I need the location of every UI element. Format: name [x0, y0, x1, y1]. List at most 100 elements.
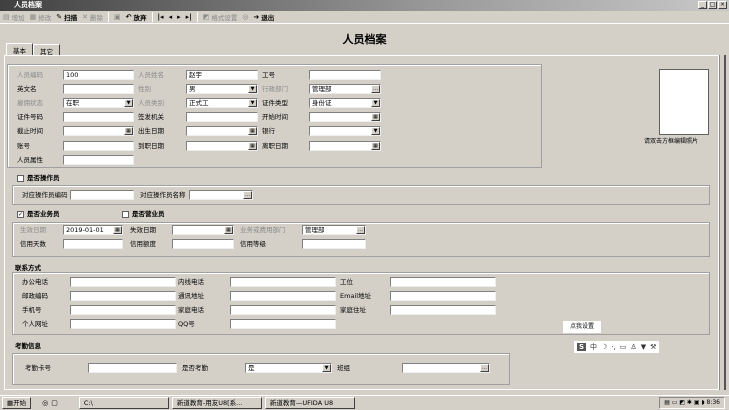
ime-mode-toggle[interactable]: 中 — [590, 342, 597, 352]
basic-field-8-input[interactable]: 身份证 ▼ — [309, 98, 381, 108]
dropdown-arrow-icon[interactable]: ▼ — [371, 99, 380, 107]
punctuation-icon[interactable]: ·, — [611, 343, 615, 351]
calendar-icon[interactable]: ▦ — [124, 127, 133, 135]
toolbar-button-9[interactable]: ▸| — [186, 13, 192, 21]
moon-icon[interactable]: ☽ — [601, 343, 607, 351]
wrench-icon[interactable]: ⚒ — [650, 343, 656, 351]
close-button[interactable]: × — [718, 1, 727, 9]
contact-field-7-input[interactable] — [230, 305, 336, 315]
quicklaunch-desktop-icon[interactable]: ▢ — [51, 399, 58, 407]
toolbar-button-11[interactable]: ◎ — [242, 13, 248, 21]
contact-field-8-input[interactable] — [390, 305, 496, 315]
ellipsis-icon[interactable]: … — [243, 191, 252, 199]
toolbar-button-3[interactable]: ✕ 删除 — [82, 12, 103, 22]
toolbar-button-10[interactable]: ◩ 格式设置 — [203, 12, 238, 22]
contact-field-10-input[interactable] — [230, 319, 336, 329]
basic-field-17-input[interactable]: ▦ — [309, 141, 381, 151]
dropdown-arrow-icon[interactable]: ▼ — [124, 99, 133, 107]
calendar-icon[interactable]: ▦ — [371, 113, 380, 121]
sogou-logo[interactable]: S — [577, 343, 587, 351]
calendar-icon[interactable]: ▦ — [113, 226, 122, 234]
basic-field-7-input[interactable]: 正式工 ▼ — [186, 98, 258, 108]
is-clerk-checkbox[interactable] — [122, 211, 129, 218]
basic-field-12-input[interactable]: ▦ — [63, 126, 134, 136]
dropdown-arrow-icon[interactable]: ▼ — [322, 364, 331, 372]
start-button[interactable]: ▦开始 — [2, 397, 32, 409]
toolbar-button-0[interactable]: ▤ 增加 — [3, 12, 25, 22]
calendar-icon[interactable]: ▦ — [371, 142, 380, 150]
basic-field-2-label: 工号 — [262, 71, 275, 79]
contact-field-3-input[interactable] — [70, 291, 176, 301]
basic-field-18-input[interactable] — [63, 155, 134, 165]
skin-icon[interactable]: ▼ — [641, 343, 646, 351]
is-operator-checkbox[interactable] — [17, 175, 24, 182]
basic-field-4-input[interactable]: 男 ▼ — [186, 84, 258, 94]
basic-field-11-label: 开始时间 — [262, 113, 288, 121]
maximize-button[interactable]: □ — [708, 1, 717, 9]
basic-field-3-input[interactable] — [63, 84, 134, 94]
dropdown-arrow-icon[interactable]: ▼ — [248, 99, 257, 107]
business-field-2-input[interactable]: 管理部… — [302, 225, 366, 235]
operator-code-input[interactable] — [70, 190, 134, 200]
basic-field-2-input[interactable] — [309, 70, 381, 80]
taskbar-item-u8-system[interactable]: 新道教育-用友U8[系... — [171, 397, 262, 409]
toolbar-button-6[interactable]: |◂ — [158, 13, 164, 21]
basic-field-10-input[interactable] — [186, 112, 258, 122]
operator-name-input[interactable]: … — [189, 190, 253, 200]
business-field-5-input[interactable] — [302, 239, 366, 249]
toolbar-button-8[interactable]: ▸ — [177, 13, 181, 21]
keyboard-icon[interactable]: ▭ — [620, 343, 627, 351]
tab-basic[interactable]: 基本 — [6, 43, 33, 55]
contact-field-6-input[interactable] — [70, 305, 176, 315]
dropdown-arrow-icon[interactable]: ▼ — [371, 127, 380, 135]
basic-field-0-input[interactable]: 100 — [63, 70, 134, 80]
calendar-icon[interactable]: ▦ — [248, 142, 257, 150]
tab-other[interactable]: 其它 — [33, 44, 60, 56]
business-field-0-input[interactable]: 2019-01-01 ▦ — [63, 225, 123, 235]
minimize-button[interactable]: _ — [698, 1, 707, 9]
toolbar-button-5[interactable]: ↶ 放弃 — [126, 12, 147, 22]
business-field-3-input[interactable] — [63, 239, 123, 249]
toolbar-button-1[interactable]: ▦ 修改 — [30, 12, 52, 22]
business-field-4-input[interactable] — [172, 239, 234, 249]
contact-field-4-input[interactable] — [230, 291, 336, 301]
vertical-scrollbar[interactable] — [719, 55, 726, 390]
ellipsis-icon[interactable]: … — [480, 364, 489, 372]
basic-field-6-input[interactable]: 在职 ▼ — [63, 98, 134, 108]
contact-field-9-input[interactable] — [70, 319, 176, 329]
contact-field-2-input[interactable] — [390, 277, 496, 287]
attendance-field-1-input[interactable]: 是 ▼ — [245, 363, 332, 373]
tray-icons[interactable]: ▤ ▭ ◩ ✱ ▣ ◗ — [664, 399, 706, 406]
toolbar-button-4[interactable]: ▣ — [114, 13, 121, 21]
basic-field-16-input[interactable]: ▦ — [186, 141, 258, 151]
user-icon[interactable]: ♙ — [630, 343, 636, 351]
window-title: 人员档案 — [14, 1, 42, 9]
calendar-icon[interactable]: ▦ — [248, 127, 257, 135]
basic-field-1-input[interactable]: 赵宇 — [186, 70, 258, 80]
is-salesperson-checkbox[interactable]: ✓ — [17, 211, 24, 218]
taskbar-item-u8[interactable]: 新道教育—UFIDA U8 — [264, 397, 355, 409]
contact-field-1-input[interactable] — [230, 277, 336, 287]
basic-field-9-input[interactable] — [63, 112, 134, 122]
contact-field-5-input[interactable] — [390, 291, 496, 301]
calendar-icon[interactable]: ▦ — [224, 226, 233, 234]
taskbar-item-explorer[interactable]: C:\ — [78, 397, 169, 409]
toolbar-button-2[interactable]: ✎ 扫描 — [56, 12, 77, 22]
format-icon: ◩ — [202, 13, 210, 21]
basic-field-11-input[interactable]: ▦ — [309, 112, 381, 122]
basic-field-14-input[interactable]: ▼ — [309, 126, 381, 136]
toolbar-button-7[interactable]: ◂ — [169, 13, 173, 21]
basic-field-5-input[interactable]: 管理部… — [309, 84, 381, 94]
toolbar-button-12[interactable]: ➜ 退出 — [253, 12, 274, 22]
contact-field-0-input[interactable] — [70, 277, 176, 287]
ellipsis-icon[interactable]: … — [356, 226, 365, 234]
basic-field-13-input[interactable]: ▦ — [186, 126, 258, 136]
ellipsis-icon[interactable]: … — [371, 85, 380, 93]
business-field-1-input[interactable]: ▦ — [172, 225, 234, 235]
attendance-field-2-input[interactable]: … — [402, 363, 490, 373]
basic-field-15-input[interactable] — [63, 141, 134, 151]
photo-box[interactable] — [659, 69, 709, 135]
attendance-field-0-input[interactable] — [88, 363, 177, 373]
quicklaunch-ie-icon[interactable]: ◎ — [42, 399, 48, 407]
dropdown-arrow-icon[interactable]: ▼ — [248, 85, 257, 93]
